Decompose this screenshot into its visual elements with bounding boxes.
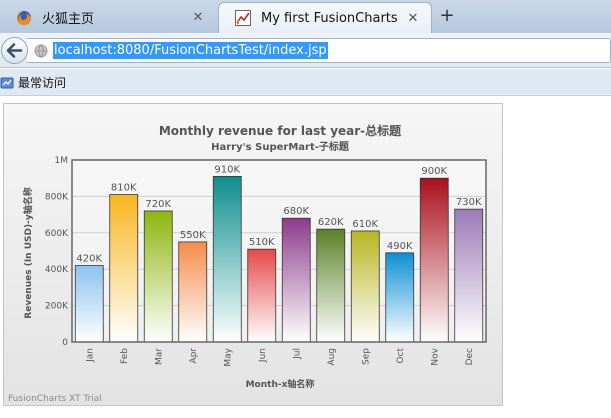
bar-apr [178,241,208,343]
data-label: 620K [318,217,344,228]
x-tick-label: Nov [430,347,440,365]
bar-oct [385,252,415,343]
navigation-bar: localhost:8080/FusionChartsTest/index.js… [0,33,611,68]
close-tab-icon[interactable]: ✕ [403,11,423,26]
plot-area: 0 200K 400K 600K 800K 1M 420K Jan 810K Feb 720K Mar… [45,156,487,367]
close-tab-icon[interactable]: ✕ [188,10,208,25]
data-label: 610K [352,219,378,230]
bar-jan [74,265,104,343]
back-arrow-icon [6,43,23,58]
bookmark-label: 最常访问 [18,76,67,90]
bookmark-icon [0,77,14,88]
tab-my-first-fusioncharts[interactable]: My first FusionCharts ✕ [218,2,432,33]
bar-jun [247,248,277,343]
y-axis-title: Revenues (In USD)-y轴名称 [22,187,34,318]
bar-feb [109,194,139,343]
new-tab-button[interactable]: + [436,5,458,27]
bar-dec [454,208,484,343]
tab-title: My first FusionCharts [261,10,398,26]
data-label: 720K [145,199,171,210]
data-label: 510K [249,237,275,248]
y-tick-label: 1M [55,156,69,166]
globe-icon [34,44,48,58]
x-axis-title: Month-x轴名称 [246,378,315,390]
y-tick-label: 0 [62,338,68,348]
y-tick-label: 800K [45,192,69,202]
bar-sep [350,230,380,343]
data-label: 910K [214,164,240,175]
back-button[interactable] [1,37,28,64]
x-tick-label: May [223,347,233,366]
bookmark-most-visited[interactable]: 最常访问 [0,73,66,92]
bar-aug [316,228,346,343]
data-label: 810K [111,183,137,194]
bar-nov [419,177,449,343]
x-tick-label: Sep [361,348,371,365]
data-label: 420K [76,254,102,265]
tab-firefox-home[interactable]: 火狐主页 ✕ [0,2,216,33]
chart-subtitle: Harry's SuperMart-子标题 [211,140,350,153]
y-tick-label: 200K [45,302,69,312]
fusioncharts-favicon-icon [235,10,251,26]
x-tick-label: Oct [396,348,406,364]
data-label: 900K [421,166,447,177]
x-tick-label: Aug [327,348,337,366]
bar-may [212,175,242,343]
chart-title: Monthly revenue for last year-总标题 [159,123,402,138]
bar-mar [143,210,173,343]
y-tick-label: 400K [45,265,69,275]
chart-container: Monthly revenue for last year-总标题 Harry'… [3,103,503,406]
x-tick-label: Jul [292,348,302,360]
x-tick-label: Jan [85,348,95,363]
url-input[interactable]: localhost:8080/FusionChartsTest/index.js… [53,42,328,59]
data-label: 490K [387,241,413,252]
tab-strip: 火狐主页 ✕ My first FusionCharts ✕ + [0,0,611,33]
bar-jul [281,217,311,343]
firefox-icon [17,10,31,25]
tab-title: 火狐主页 [42,12,95,27]
trial-watermark: FusionCharts XT Trial [8,394,102,404]
url-bar[interactable]: localhost:8080/FusionChartsTest/index.js… [27,38,611,63]
data-label: 730K [456,197,482,208]
y-tick-label: 600K [45,229,69,239]
data-label: 680K [283,206,309,217]
bookmarks-toolbar: 最常访问 [0,69,611,96]
x-tick-label: Mar [154,348,164,365]
x-tick-label: Apr [189,348,199,364]
x-tick-label: Feb [120,348,130,364]
x-tick-label: Dec [465,348,475,365]
x-tick-label: Jun [258,348,268,363]
data-label: 550K [180,230,206,241]
column-chart: Monthly revenue for last year-总标题 Harry'… [8,123,487,404]
